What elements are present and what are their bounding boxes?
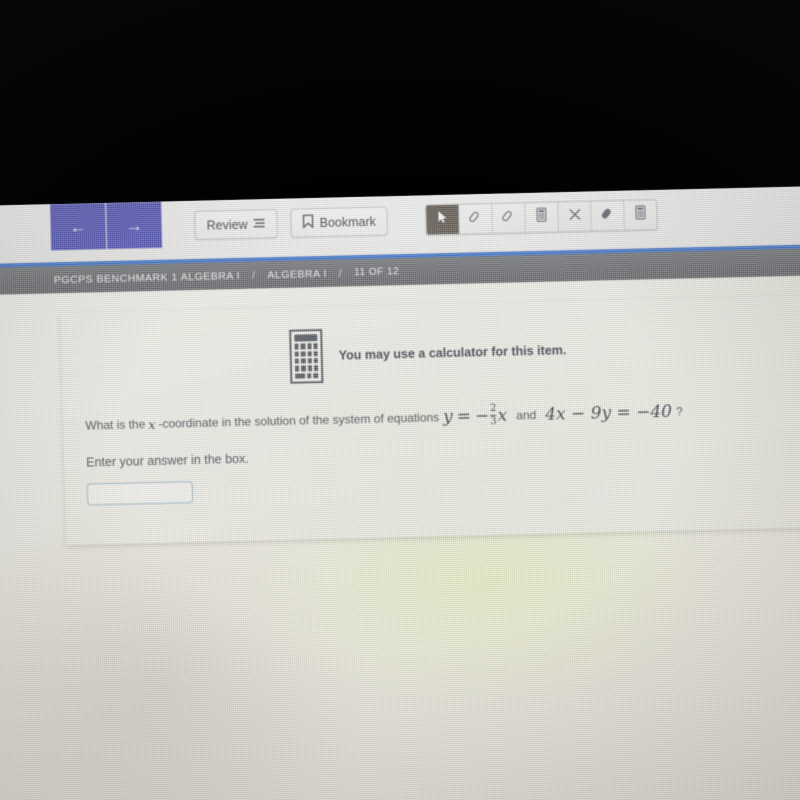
calculator-icon — [536, 207, 547, 227]
question-body: What is the x -coordinate in the solutio… — [85, 398, 800, 506]
cursor-arrow-icon — [437, 210, 448, 229]
calculator-key-row — [295, 372, 319, 379]
review-button-label: Review — [206, 217, 248, 233]
question-card: You may use a calculator for this item. … — [60, 295, 800, 546]
breadcrumb-test-name[interactable]: PGCPS BENCHMARK 1 ALGEBRA I — [54, 269, 240, 285]
close-x-icon — [568, 207, 581, 225]
list-icon — [253, 217, 265, 231]
eq1-variable: x — [497, 405, 508, 427]
calculator-display — [294, 334, 318, 342]
notepad-tool-button[interactable] — [624, 200, 658, 230]
photo-frame: ← → Review Bookmark PGCPS BENCHMARK 1 AL… — [0, 0, 800, 800]
bookmark-icon — [302, 214, 314, 231]
calculator-key-row — [294, 350, 318, 357]
breadcrumb-separator: / — [338, 267, 343, 280]
eq1-fraction-numerator: 2 — [489, 402, 497, 415]
clear-tool-button[interactable] — [558, 201, 593, 232]
pencil-icon — [502, 208, 516, 227]
marker-icon — [469, 209, 483, 228]
eraser-tool-button[interactable] — [591, 200, 626, 231]
stem-variable: x — [148, 416, 156, 432]
eraser-icon — [601, 206, 615, 225]
pencil-tool-button[interactable] — [492, 203, 527, 233]
calculator-notice: You may use a calculator for this item. — [289, 318, 800, 384]
breadcrumb-section-name[interactable]: ALGEBRA I — [267, 267, 327, 280]
bookmark-button[interactable]: Bookmark — [290, 206, 389, 238]
calculator-icon — [289, 328, 324, 384]
equation-one: y = − 2 3 x — [442, 402, 508, 430]
highlighter-tool-button[interactable] — [459, 203, 494, 234]
monitor-screen: ← → Review Bookmark PGCPS BENCHMARK 1 AL… — [0, 185, 800, 800]
equation-two: 4x − 9y = −40 — [545, 401, 673, 425]
calculator-key-row — [294, 358, 318, 364]
eq1-fraction-denominator: 3 — [490, 414, 497, 428]
question-stem: What is the x -coordinate in the solutio… — [85, 398, 800, 438]
calculator-notice-text: You may use a calculator for this item. — [338, 343, 567, 363]
calculator-key-row — [294, 343, 318, 350]
stem-conjunction: and — [516, 407, 537, 423]
stem-question-mark: ? — [675, 404, 683, 419]
calculator-tool-button[interactable] — [525, 202, 560, 233]
question-instruction: Enter your answer in the box. — [86, 451, 249, 470]
answer-input[interactable] — [86, 481, 194, 506]
forward-button[interactable]: → — [106, 201, 163, 250]
calculator-icon — [635, 205, 646, 224]
stem-text-part1: What is the — [85, 417, 146, 433]
eq1-sign: − — [474, 406, 490, 427]
breadcrumb-separator: / — [251, 269, 256, 282]
back-button[interactable]: ← — [50, 203, 107, 251]
tool-palette — [425, 199, 659, 236]
stem-text-part2: -coordinate in the solution of the syste… — [158, 410, 440, 431]
bookmark-button-label: Bookmark — [319, 214, 377, 230]
eq1-fraction: 2 3 — [489, 402, 497, 428]
eq1-equals: = — [456, 406, 472, 427]
pointer-tool-button[interactable] — [426, 204, 461, 235]
review-button[interactable]: Review — [194, 209, 278, 240]
breadcrumb-progress: 11 OF 12 — [354, 266, 400, 279]
eq1-lhs: y — [442, 407, 454, 428]
calculator-key-row — [294, 365, 319, 372]
